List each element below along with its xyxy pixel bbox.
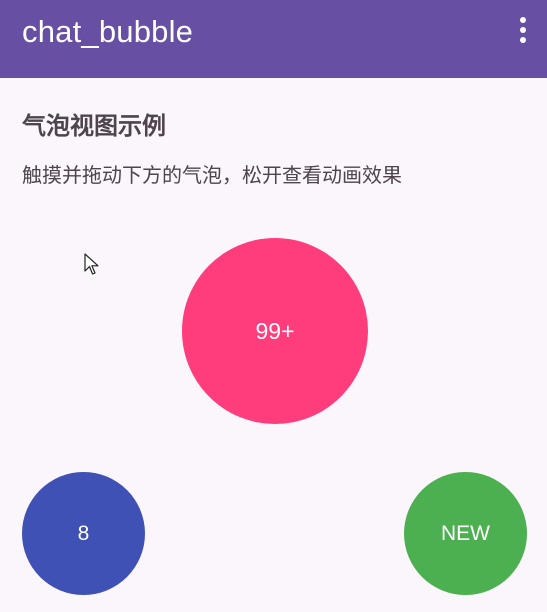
bubble-demo-content: 气泡视图示例 触摸并拖动下方的气泡，松开查看动画效果 99+ 8 NEW	[0, 78, 547, 612]
more-vert-icon	[520, 27, 526, 33]
more-vert-icon	[520, 37, 526, 43]
message-count-label: 8	[77, 521, 90, 545]
app-title: chat_bubble	[22, 14, 194, 49]
app-bar: chat_bubble	[0, 0, 547, 78]
page-heading: 气泡视图示例	[22, 112, 166, 140]
unread-count-bubble[interactable]: 99+	[182, 238, 368, 424]
new-badge-bubble[interactable]: NEW	[404, 472, 527, 595]
app-window: chat_bubble 气泡视图示例 触摸并拖动下方的气泡，松开查看动画效果 9…	[0, 0, 547, 612]
message-count-bubble[interactable]: 8	[22, 472, 145, 595]
instruction-text: 触摸并拖动下方的气泡，松开查看动画效果	[22, 163, 402, 187]
more-vert-icon	[520, 17, 526, 23]
new-badge-label: NEW	[441, 521, 490, 545]
overflow-menu-button[interactable]	[513, 13, 533, 47]
unread-count-label: 99+	[255, 317, 295, 344]
